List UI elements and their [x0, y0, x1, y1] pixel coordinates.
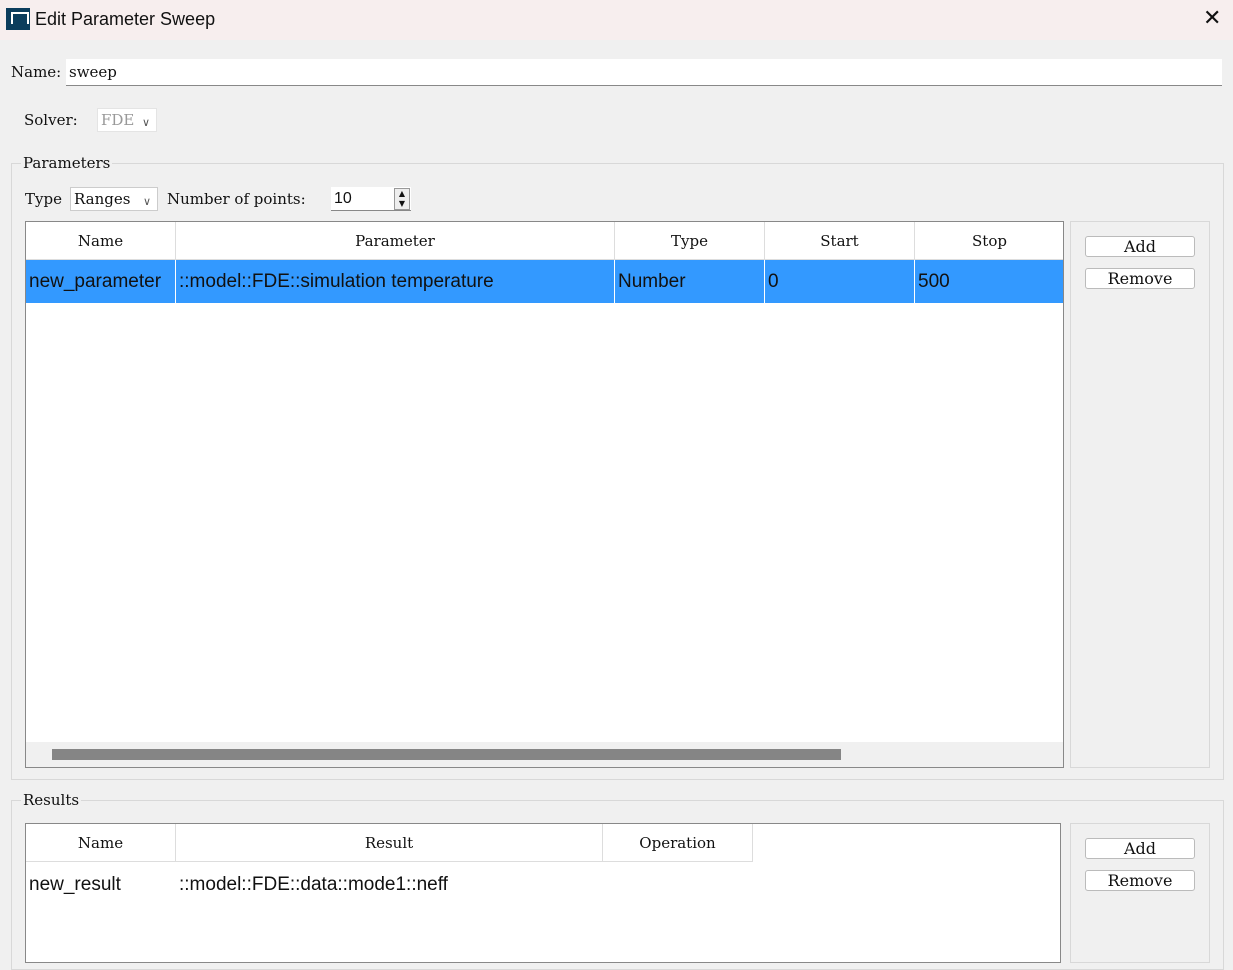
cell-parameter[interactable]: ::model::FDE::simulation temperature [176, 260, 615, 303]
points-label: Number of points: [167, 190, 306, 208]
add-parameter-button[interactable]: Add [1085, 236, 1195, 257]
column-header-stop[interactable]: Stop [915, 222, 1063, 260]
column-header-start[interactable]: Start [765, 222, 915, 260]
cell-type[interactable]: Number [615, 260, 765, 303]
cell-name[interactable]: new_result [26, 863, 176, 906]
type-value: Ranges [74, 190, 131, 208]
name-label: Name: [11, 63, 62, 81]
column-header-name[interactable]: Name [26, 824, 176, 862]
cell-result[interactable]: ::model::FDE::data::mode1::neff [176, 863, 603, 906]
results-title: Results [21, 791, 82, 809]
cell-stop[interactable]: 500 [915, 260, 1063, 303]
window-title: Edit Parameter Sweep [35, 9, 216, 29]
spin-up-icon[interactable]: ▲ [395, 189, 409, 199]
app-icon [6, 8, 30, 30]
column-header-name[interactable]: Name [26, 222, 176, 260]
horizontal-scrollbar[interactable] [26, 742, 1063, 767]
column-header-result[interactable]: Result [176, 824, 603, 862]
column-header-parameter[interactable]: Parameter [176, 222, 615, 260]
column-header-type[interactable]: Type [615, 222, 765, 260]
close-icon[interactable]: ✕ [1203, 6, 1221, 31]
remove-parameter-button[interactable]: Remove [1085, 268, 1195, 289]
cell-start[interactable]: 0 [765, 260, 915, 303]
results-table: Name Result Operation new_result ::model… [25, 823, 1061, 963]
spin-arrows[interactable]: ▲ ▼ [394, 188, 410, 210]
spin-down-icon[interactable]: ▼ [395, 199, 409, 209]
column-header-operation[interactable]: Operation [603, 824, 753, 862]
chevron-down-icon: ∨ [141, 116, 150, 129]
cell-name[interactable]: new_parameter [26, 260, 176, 303]
solver-combo[interactable]: FDE ∨ [97, 108, 157, 132]
name-input[interactable]: sweep [66, 59, 1222, 86]
solver-label: Solver: [24, 111, 78, 129]
chevron-down-icon: ∨ [142, 195, 151, 208]
parameters-button-panel [1070, 221, 1210, 768]
type-combo[interactable]: Ranges ∨ [70, 187, 158, 211]
solver-value: FDE [101, 111, 135, 129]
add-result-button[interactable]: Add [1085, 838, 1195, 859]
cell-operation[interactable] [603, 863, 753, 906]
scrollbar-thumb[interactable] [52, 749, 841, 760]
points-value: 10 [334, 190, 352, 207]
parameters-title: Parameters [21, 154, 113, 172]
parameters-table: Name Parameter Type Start Stop new_param… [25, 221, 1064, 768]
remove-result-button[interactable]: Remove [1085, 870, 1195, 891]
type-label: Type [25, 190, 62, 208]
